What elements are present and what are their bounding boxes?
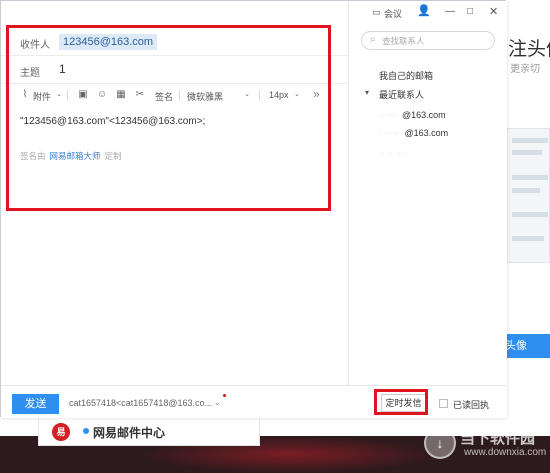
status-dot-icon (83, 428, 89, 434)
contact-item[interactable]: · ·· ·· ·@163.com (379, 128, 448, 138)
redacted-name: ·· ··· · (379, 110, 402, 120)
contact-email: @163.com (404, 128, 449, 138)
background-line (512, 138, 548, 143)
background-line (512, 150, 542, 155)
read-receipt-label[interactable]: 已读回执 (453, 398, 489, 411)
contact-item[interactable]: ·· ·· ·· · (379, 148, 407, 158)
watermark-logo-icon: ↓ (424, 427, 456, 459)
background-panel (505, 128, 550, 263)
calendar-icon[interactable]: ▭ (372, 7, 381, 18)
send-button[interactable]: 发送 (12, 394, 59, 414)
contact-email: @163.com (401, 110, 446, 120)
highlight-annotation (374, 389, 428, 415)
mail-center-card[interactable]: 易 网易邮件中心 (38, 416, 260, 446)
maximize-icon[interactable]: □ (467, 6, 473, 17)
highlight-annotation (6, 25, 331, 211)
background-avatar-button[interactable]: 头像 (503, 334, 550, 358)
chevron-down-icon[interactable]: ⌄ (214, 398, 221, 407)
chevron-down-icon[interactable]: ▾ (365, 88, 369, 97)
close-icon[interactable]: ✕ (489, 5, 498, 18)
background-line (512, 212, 548, 217)
notification-dot (223, 394, 226, 397)
minimize-icon[interactable]: — (445, 6, 455, 17)
mail-center-label: 网易邮件中心 (93, 426, 166, 440)
compose-window: 收件人 123456@163.com 主题 1 ⌇ 附件 ⌄ ▣ ☺ ▦ ✂ 签… (0, 0, 507, 418)
compose-bottom-bar: 发送 cat1657418<cat1657418@163.co... ⌄ 定时发… (1, 385, 507, 418)
sender-select[interactable]: cat1657418<cat1657418@163.co... (69, 398, 212, 408)
meeting-button[interactable]: 会议 (384, 7, 402, 20)
contact-item[interactable]: ·· ··· ·@163.com (379, 110, 446, 120)
redacted-name: · ·· ·· · (379, 128, 405, 138)
background-line (512, 175, 548, 180)
background-line (512, 188, 540, 193)
contact-search-input[interactable] (382, 35, 487, 47)
search-icon: ⌕ (370, 34, 376, 45)
recent-contacts-group[interactable]: 最近联系人 (379, 88, 424, 101)
netease-logo-icon: 易 (52, 423, 70, 441)
my-mailbox-group[interactable]: 我自己的邮箱 (379, 69, 433, 82)
watermark-url: www.downxia.com (464, 447, 547, 458)
background-heading: 注头像 (508, 39, 550, 60)
add-contact-icon[interactable]: 👤 (417, 4, 431, 17)
watermark-title: 当下软件园 (460, 430, 536, 447)
contacts-panel: ▭ 会议 👤 — □ ✕ ⌕ 我自己的邮箱 ▾ 最近联系人 ·· ··· ·@1… (348, 1, 507, 385)
redacted-name: ·· ·· ·· · (379, 148, 408, 158)
background-subtext: 更亲切 (510, 64, 540, 75)
read-receipt-checkbox[interactable] (439, 399, 448, 408)
site-watermark: ↓ 当下软件园 www.downxia.com (420, 425, 550, 465)
contact-search[interactable]: ⌕ (361, 31, 495, 50)
background-line (512, 236, 544, 241)
window-titlebar: ▭ 会议 👤 — □ ✕ (349, 1, 508, 27)
